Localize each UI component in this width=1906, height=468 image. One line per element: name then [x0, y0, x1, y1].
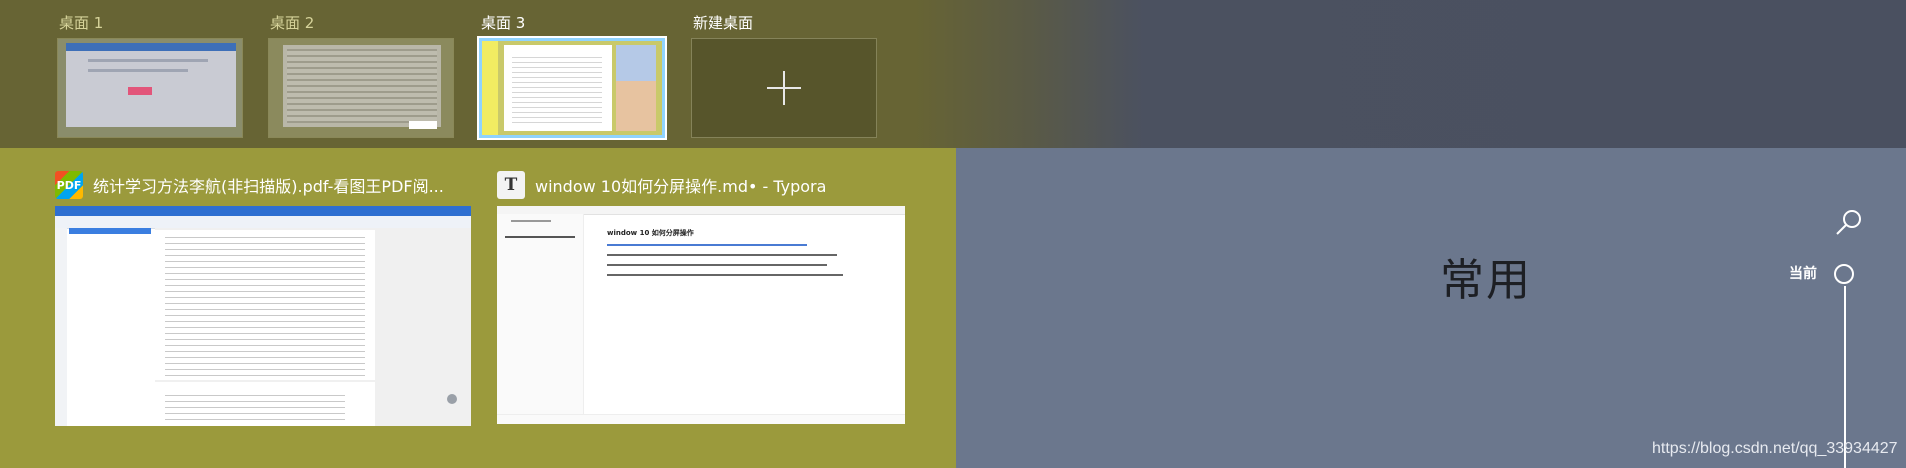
new-desktop-label: 新建桌面	[693, 14, 754, 32]
plus-icon	[767, 71, 801, 105]
new-desktop-button[interactable]	[691, 38, 877, 138]
pdf-app-icon: PDF	[55, 171, 83, 199]
typora-app-icon: T	[497, 171, 525, 199]
desktop-thumbnail[interactable]	[479, 38, 665, 138]
window-title-bar: T window 10如何分屏操作.md• - Typora	[497, 170, 905, 200]
window-pdf-viewer[interactable]: PDF 统计学习方法李航(非扫描版).pdf-看图王PDF阅...	[55, 170, 471, 426]
desktop-label: 桌面 1	[59, 14, 104, 32]
search-icon[interactable]	[1834, 208, 1864, 238]
window-title: window 10如何分屏操作.md• - Typora	[535, 177, 827, 196]
timeline-area	[956, 148, 1906, 468]
document-heading: window 10 如何分屏操作	[607, 229, 694, 237]
window-title: 统计学习方法李航(非扫描版).pdf-看图王PDF阅...	[93, 177, 444, 196]
timeline-group-label: 常用	[1440, 255, 1532, 306]
new-desktop[interactable]: 新建桌面	[691, 12, 879, 138]
window-preview[interactable]	[55, 206, 471, 426]
desktop-3[interactable]: 桌面 3	[479, 12, 667, 138]
watermark-text: https://blog.csdn.net/qq_33934427	[1652, 440, 1898, 457]
timeline-current-label: 当前	[1789, 266, 1817, 282]
window-preview[interactable]: window 10 如何分屏操作	[497, 206, 905, 424]
desktop-label: 桌面 2	[270, 14, 315, 32]
desktop-thumbnail[interactable]	[268, 38, 454, 138]
window-typora[interactable]: T window 10如何分屏操作.md• - Typora window 10…	[497, 170, 905, 424]
window-title-bar: PDF 统计学习方法李航(非扫描版).pdf-看图王PDF阅...	[55, 170, 471, 200]
timeline-handle[interactable]	[1834, 264, 1854, 284]
desktop-thumbnail[interactable]	[57, 38, 243, 138]
desktop-1[interactable]: 桌面 1	[57, 12, 245, 138]
desktop-label: 桌面 3	[481, 14, 526, 32]
desktop-2[interactable]: 桌面 2	[268, 12, 456, 138]
